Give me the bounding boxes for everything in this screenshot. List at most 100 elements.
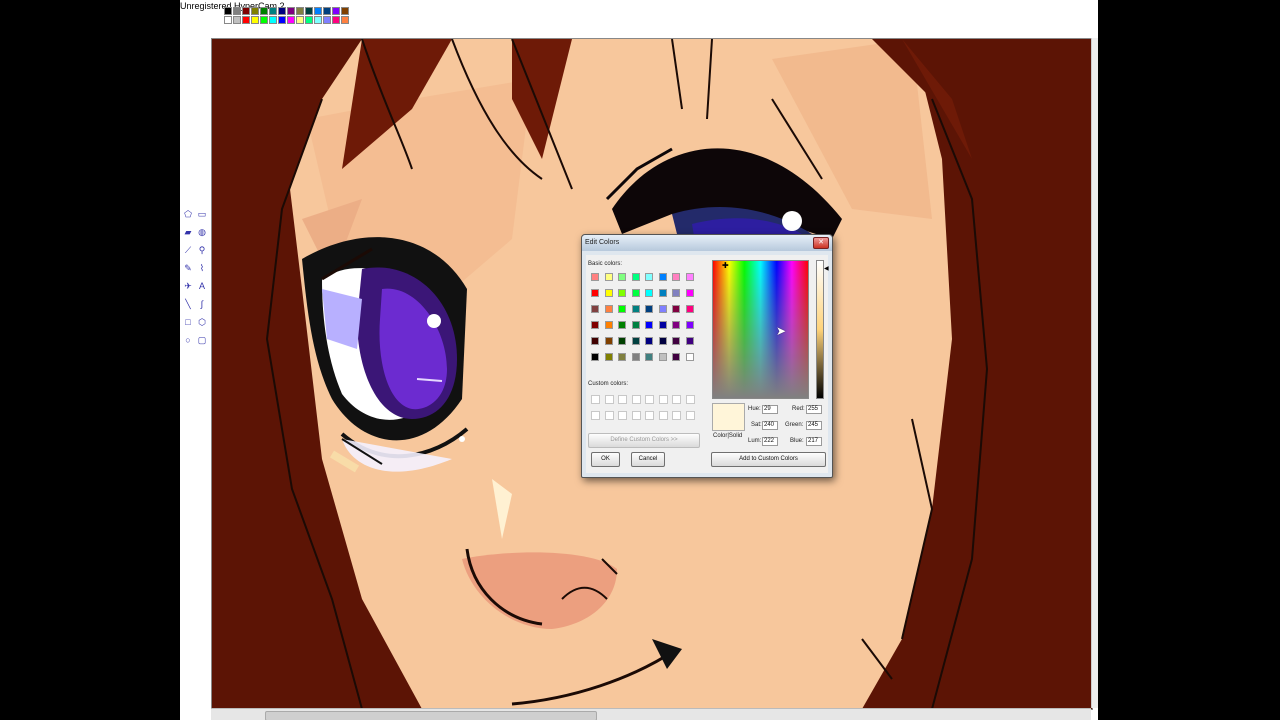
lum-field[interactable]: 222	[762, 437, 778, 446]
basic-color-swatch[interactable]	[631, 321, 640, 329]
rounded-rect-icon[interactable]: ▢	[196, 334, 208, 346]
vertical-scrollbar[interactable]	[1091, 38, 1098, 708]
basic-color-swatch[interactable]	[618, 321, 626, 329]
basic-color-swatch[interactable]	[604, 305, 613, 313]
airbrush-icon[interactable]: ✈	[182, 280, 194, 292]
close-button[interactable]: ✕	[813, 237, 829, 249]
basic-color-swatch[interactable]	[591, 305, 599, 313]
basic-color-swatch[interactable]	[685, 289, 694, 297]
red-field[interactable]: 255	[806, 405, 822, 414]
palette-swatch[interactable]	[296, 16, 304, 24]
palette-swatch[interactable]	[242, 16, 250, 24]
eraser-icon[interactable]: ▰	[182, 226, 194, 238]
palette-swatch[interactable]	[305, 7, 313, 15]
magnifier-icon[interactable]: ⚲	[196, 244, 208, 256]
basic-color-swatch[interactable]	[645, 305, 653, 313]
ellipse-icon[interactable]: ○	[182, 334, 194, 346]
palette-swatch[interactable]	[341, 16, 349, 24]
palette-swatch[interactable]	[269, 7, 277, 15]
basic-color-swatch[interactable]	[658, 353, 667, 361]
rectangle-icon[interactable]: □	[182, 316, 194, 328]
define-custom-colors-button[interactable]: Define Custom Colors >>	[588, 433, 700, 448]
basic-color-swatch[interactable]	[645, 273, 653, 281]
basic-color-swatch[interactable]	[672, 305, 680, 313]
basic-color-swatch[interactable]	[631, 289, 640, 297]
text-icon[interactable]: A	[196, 280, 208, 292]
basic-color-swatch[interactable]	[591, 337, 599, 345]
brush-icon[interactable]: ⌇	[196, 262, 208, 274]
horizontal-scrollbar[interactable]	[211, 708, 1091, 720]
palette-swatch[interactable]	[251, 16, 259, 24]
basic-color-swatch[interactable]	[618, 305, 626, 313]
palette-swatch[interactable]	[260, 7, 268, 15]
basic-color-swatch[interactable]	[685, 353, 694, 361]
palette-swatch[interactable]	[278, 16, 286, 24]
palette-swatch[interactable]	[242, 7, 250, 15]
custom-color-swatch[interactable]	[591, 411, 600, 420]
basic-color-swatch[interactable]	[658, 289, 667, 297]
palette-swatch[interactable]	[296, 7, 304, 15]
palette-swatch[interactable]	[233, 16, 241, 24]
custom-color-swatch[interactable]	[685, 395, 695, 404]
basic-color-swatch[interactable]	[672, 353, 680, 361]
palette-swatch[interactable]	[287, 16, 295, 24]
palette-swatch[interactable]	[233, 7, 241, 15]
basic-color-swatch[interactable]	[591, 273, 599, 281]
basic-color-swatch[interactable]	[618, 353, 626, 361]
dialog-titlebar[interactable]: Edit Colors ✕	[582, 235, 832, 251]
custom-color-swatch[interactable]	[631, 411, 641, 420]
horizontal-scroll-thumb[interactable]	[265, 711, 597, 720]
custom-color-swatch[interactable]	[604, 411, 614, 420]
picker-icon[interactable]: ⟋	[182, 244, 194, 256]
custom-color-swatch[interactable]	[685, 411, 695, 420]
basic-color-swatch[interactable]	[658, 337, 667, 345]
basic-color-swatch[interactable]	[645, 321, 653, 329]
palette-swatch[interactable]	[278, 7, 286, 15]
hue-field[interactable]: 29	[762, 405, 778, 414]
basic-color-swatch[interactable]	[604, 353, 613, 361]
basic-color-swatch[interactable]	[591, 321, 599, 329]
polygon-icon[interactable]: ⬡	[196, 316, 208, 328]
basic-color-swatch[interactable]	[591, 289, 599, 297]
palette-swatch[interactable]	[314, 16, 322, 24]
basic-color-swatch[interactable]	[618, 337, 626, 345]
custom-color-swatch[interactable]	[645, 395, 654, 404]
basic-color-swatch[interactable]	[645, 337, 653, 345]
pencil-icon[interactable]: ✎	[182, 262, 194, 274]
palette-swatch[interactable]	[323, 7, 331, 15]
basic-color-swatch[interactable]	[645, 289, 653, 297]
palette-swatch[interactable]	[341, 7, 349, 15]
add-to-custom-colors-button[interactable]: Add to Custom Colors	[711, 452, 826, 467]
custom-color-swatch[interactable]	[618, 411, 627, 420]
cancel-button[interactable]: Cancel	[631, 452, 665, 467]
palette-swatch[interactable]	[323, 16, 331, 24]
basic-color-swatch[interactable]	[604, 337, 613, 345]
basic-color-swatch[interactable]	[672, 321, 680, 329]
basic-color-swatch[interactable]	[685, 305, 694, 313]
fill-icon[interactable]: ◍	[196, 226, 208, 238]
custom-color-swatch[interactable]	[591, 395, 600, 404]
basic-color-swatch[interactable]	[685, 321, 694, 329]
custom-color-swatch[interactable]	[618, 395, 627, 404]
basic-color-swatch[interactable]	[631, 305, 640, 313]
color-spectrum[interactable]: ✚	[712, 260, 809, 399]
palette-swatch[interactable]	[332, 16, 340, 24]
basic-color-swatch[interactable]	[591, 353, 599, 361]
basic-color-swatch[interactable]	[631, 337, 640, 345]
lum-arrow-icon[interactable]: ◀	[824, 265, 829, 272]
custom-color-swatch[interactable]	[604, 395, 614, 404]
palette-swatch[interactable]	[224, 16, 232, 24]
ok-button[interactable]: OK	[591, 452, 620, 467]
line-icon[interactable]: ╲	[182, 298, 194, 310]
basic-color-swatch[interactable]	[631, 353, 640, 361]
basic-color-swatch[interactable]	[658, 321, 667, 329]
basic-color-swatch[interactable]	[618, 273, 626, 281]
basic-color-swatch[interactable]	[604, 273, 613, 281]
basic-color-swatch[interactable]	[672, 273, 680, 281]
blue-field[interactable]: 217	[806, 437, 822, 446]
palette-swatch[interactable]	[224, 7, 232, 15]
palette-swatch[interactable]	[314, 7, 322, 15]
palette-swatch[interactable]	[269, 16, 277, 24]
palette-swatch[interactable]	[287, 7, 295, 15]
custom-color-swatch[interactable]	[631, 395, 641, 404]
